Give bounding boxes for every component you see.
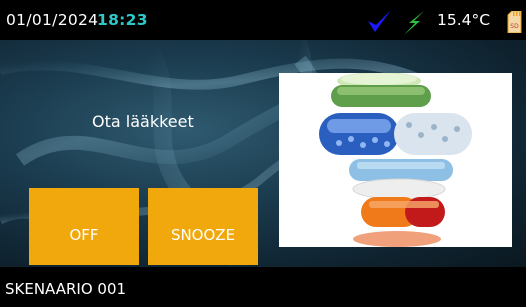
date-display: 01/01/2024 xyxy=(6,11,99,29)
alarm-panel: Ota lääkkeet OFF SNOOZE xyxy=(0,40,526,267)
time-display: 18:23 xyxy=(97,11,148,29)
stacked-pills-image xyxy=(279,73,512,247)
bottom-bar: SKENAARIO 001 xyxy=(0,267,526,307)
alarm-message: Ota lääkkeet xyxy=(92,112,194,131)
status-bar: 01/01/2024 18:23 15.4°C SD xyxy=(0,0,526,40)
device-screen: 01/01/2024 18:23 15.4°C SD Ota lääkkeet … xyxy=(0,0,526,307)
scenario-label: SKENAARIO 001 xyxy=(5,280,127,298)
snooze-button[interactable]: SNOOZE xyxy=(148,188,258,265)
off-button[interactable]: OFF xyxy=(29,188,139,265)
checkmark-icon xyxy=(368,10,391,32)
temperature-display: 15.4°C xyxy=(437,11,491,29)
charging-bolt-icon xyxy=(404,11,424,35)
sd-card-icon: SD xyxy=(507,11,522,33)
sd-label: SD xyxy=(510,23,519,30)
